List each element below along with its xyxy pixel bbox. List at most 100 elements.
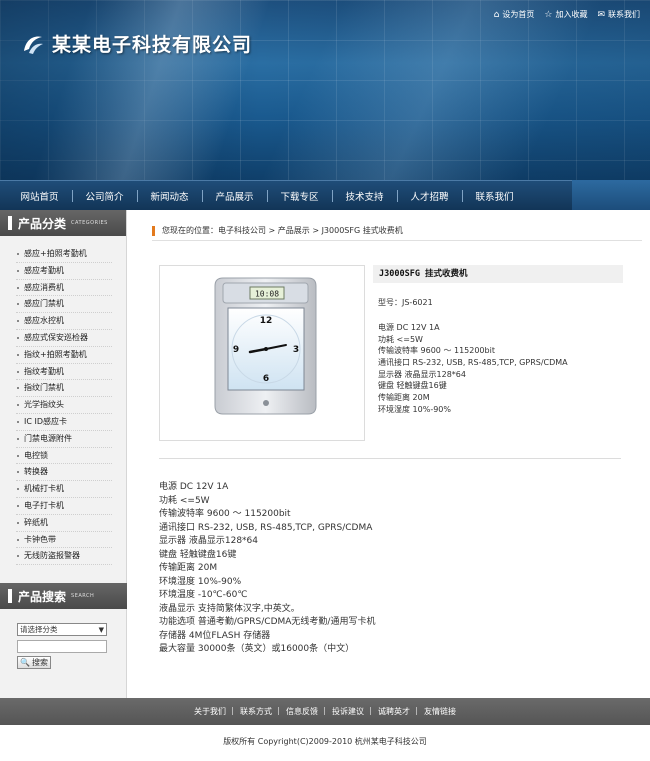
footer-link-friends[interactable]: 友情链接: [415, 706, 463, 717]
categories-subtitle: CATEGORIES: [71, 220, 108, 226]
chevron-down-icon: ▼: [98, 625, 104, 634]
spec-line: 键盘 轻触键盘16键: [378, 381, 447, 391]
main-nav: 网站首页 公司简介 新闻动态 产品展示 下载专区 技术支持 人才招聘 联系我们: [0, 180, 572, 210]
add-favorite-link[interactable]: ☆ 加入收藏: [544, 9, 587, 20]
spec-line: 功耗 <=5W: [378, 334, 423, 344]
spec-line: 通讯接口 RS-232, USB, RS-485,TCP, GPRS/CDMA: [159, 522, 373, 533]
spec-line: 环境湿度 10%-90%: [378, 404, 451, 414]
nav-item-jobs[interactable]: 人才招聘: [397, 189, 462, 203]
spec-line: 传输波特率 9600 ～ 115200bit: [159, 509, 291, 519]
footer-link-jobs[interactable]: 诚聘英才: [369, 706, 417, 717]
category-item[interactable]: 感应考勤机: [16, 263, 112, 280]
sidebar: 产品分类 CATEGORIES 感应+拍照考勤机 感应考勤机 感应消费机 感应门…: [0, 210, 127, 698]
spec-line: 显示器 液晶显示128*64: [378, 369, 466, 379]
copyright: 版权所有 Copyright(C)2009-2010 杭州某电子科技公司: [223, 737, 427, 746]
spec-line: 最大容量 30000条（英文）或16000条（中文）: [159, 644, 355, 654]
spec-line: 键盘 轻触键盘16键: [159, 549, 237, 560]
spec-line: 显示器 液晶显示128*64: [159, 536, 258, 546]
category-item[interactable]: 指纹门禁机: [16, 380, 112, 398]
footer-link-complaints[interactable]: 投诉建议: [323, 706, 371, 717]
spec-line: 通讯接口 RS-232, USB, RS-485,TCP, GPRS/CDMA: [378, 358, 568, 368]
device-screen-time: 10:08: [255, 290, 279, 299]
category-select[interactable]: 请选择分类 ▼: [17, 623, 107, 636]
search-icon: 🔍: [20, 658, 30, 667]
home-icon: ⌂: [493, 9, 500, 20]
banner-shade: [0, 0, 650, 180]
nav-item-home[interactable]: 网站首页: [7, 189, 72, 203]
category-item[interactable]: IC ID感应卡: [16, 414, 112, 431]
search-input[interactable]: [17, 640, 107, 653]
star-icon: ☆: [544, 9, 553, 20]
categories-header: 产品分类 CATEGORIES: [0, 210, 126, 236]
nav-item-news[interactable]: 新闻动态: [137, 189, 202, 203]
category-item[interactable]: 感应式保安巡检器: [16, 330, 112, 347]
category-list: 感应+拍照考勤机 感应考勤机 感应消费机 感应门禁机 感应水控机 感应式保安巡检…: [0, 236, 126, 566]
category-item[interactable]: 卡钟色带: [16, 532, 112, 549]
category-item[interactable]: 电子打卡机: [16, 498, 112, 515]
category-item[interactable]: 碎纸机: [16, 515, 112, 532]
spec-line: 传输距离 20M: [159, 563, 218, 573]
contact-us-link[interactable]: ✉ 联系我们: [597, 9, 640, 20]
contact-us-label: 联系我们: [608, 10, 640, 19]
nav-item-contact[interactable]: 联系我们: [462, 189, 527, 203]
category-item[interactable]: 电控锁: [16, 448, 112, 465]
footer-nav: 关于我们 联系方式 信息反馈 投诉建议 诚聘英才 友情链接: [0, 698, 650, 725]
spec-line: 传输距离 20M: [378, 393, 430, 403]
company-logo[interactable]: 某某电子科技有限公司: [20, 30, 252, 57]
category-item[interactable]: 无线防盗报警器: [16, 548, 112, 566]
svg-text:9: 9: [233, 345, 239, 355]
nav-item-support[interactable]: 技术支持: [332, 189, 397, 203]
search-button-label: 搜索: [31, 658, 48, 667]
category-item[interactable]: 感应水控机: [16, 313, 112, 330]
header-banner: ⌂ 设为首页 ☆ 加入收藏 ✉ 联系我们 某某电子科技有限公司: [0, 0, 650, 180]
footer-link-feedback[interactable]: 信息反馈: [277, 706, 325, 717]
category-item[interactable]: 机械打卡机: [16, 481, 112, 498]
nav-item-products[interactable]: 产品展示: [202, 189, 267, 203]
header-bar-icon: [8, 216, 12, 230]
logo-icon: [24, 36, 43, 54]
nav-item-downloads[interactable]: 下载专区: [267, 189, 332, 203]
category-item[interactable]: 转换器: [16, 464, 112, 482]
time-clock-illustration: 10:08 12 6 9 3: [214, 277, 317, 415]
search-form: 请选择分类 ▼ 🔍 搜索: [17, 623, 107, 669]
footer-link-about[interactable]: 关于我们: [187, 706, 233, 717]
top-links: ⌂ 设为首页 ☆ 加入收藏 ✉ 联系我们: [494, 9, 640, 20]
product-image[interactable]: 10:08 12 6 9 3: [159, 265, 365, 441]
categories-title: 产品分类: [18, 216, 67, 231]
content-divider: [159, 458, 621, 459]
short-spec-list: 电源 DC 12V 1A 功耗 <=5W 传输波特率 9600 ～ 115200…: [378, 322, 568, 416]
category-item[interactable]: 感应门禁机: [16, 296, 112, 314]
mail-icon: ✉: [597, 9, 605, 20]
category-item[interactable]: 光学指纹头: [16, 397, 112, 414]
nav-item-about[interactable]: 公司简介: [72, 189, 137, 203]
category-item[interactable]: 门禁电源附件: [16, 431, 112, 448]
detail-spec-list: 电源 DC 12V 1A 功耗 <=5W 传输波特率 9600 ～ 115200…: [159, 481, 375, 657]
nav-tail: [572, 180, 650, 210]
search-subtitle: SEARCH: [71, 593, 95, 599]
search-header: 产品搜索 SEARCH: [0, 583, 127, 609]
category-select-value: 请选择分类: [20, 625, 58, 634]
spec-line: 电源 DC 12V 1A: [378, 323, 440, 332]
spec-line: 环境湿度 10%-90%: [159, 576, 242, 587]
spec-line: 液晶显示 支持简繁体汉字,中英文。: [159, 603, 300, 614]
spec-line: 电源 DC 12V 1A: [159, 482, 229, 492]
category-item[interactable]: 指纹+拍照考勤机: [16, 347, 112, 364]
spec-line: 环境温度 -10℃-60℃: [159, 590, 248, 600]
breadcrumb: 您现在的位置：电子科技公司 > 产品展示 > J3000SFG 挂式收费机: [152, 225, 642, 241]
category-item[interactable]: 感应消费机: [16, 280, 112, 297]
search-button[interactable]: 🔍 搜索: [17, 656, 51, 669]
svg-text:6: 6: [263, 374, 269, 384]
footer-link-contact[interactable]: 联系方式: [231, 706, 279, 717]
category-item[interactable]: 感应+拍照考勤机: [16, 246, 112, 263]
spec-line: 传输波特率 9600 ～ 115200bit: [378, 346, 495, 356]
header-bar-icon: [8, 589, 12, 603]
add-favorite-label: 加入收藏: [555, 10, 588, 19]
category-item[interactable]: 指纹考勤机: [16, 364, 112, 381]
svg-text:12: 12: [260, 316, 273, 326]
product-model: 型号：JS-6021: [378, 298, 433, 307]
set-homepage-label: 设为首页: [502, 10, 535, 19]
set-homepage-link[interactable]: ⌂ 设为首页: [494, 9, 535, 20]
company-name: 某某电子科技有限公司: [52, 34, 253, 56]
spec-line: 功耗 <=5W: [159, 495, 210, 506]
spec-line: 存储器 4M位FLASH 存储器: [159, 630, 271, 641]
